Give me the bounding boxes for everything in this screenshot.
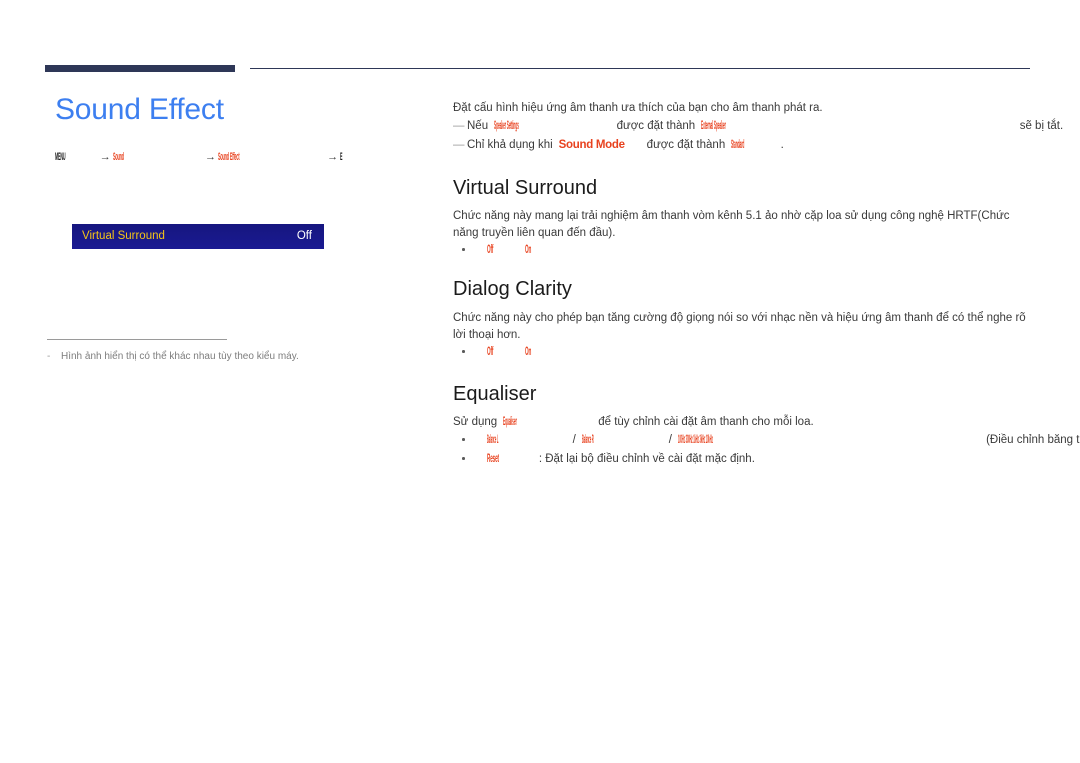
keyword-sound-mode: Sound Mode <box>558 139 625 151</box>
osd-menu-row[interactable]: Virtual Surround Off <box>72 224 324 249</box>
osd-item-label: Virtual Surround <box>82 230 165 242</box>
intro-paragraph: Đặt cấu hình hiệu ứng âm thanh ưa thích … <box>453 102 823 114</box>
list-item: Balance L / Balance R / 100Hz 300Hz 1kHz 3kH… <box>453 431 1080 450</box>
option-balance-l: Balance L <box>487 434 499 446</box>
option-frequency-bands: 100Hz 300Hz 1kHz 3kHz 10kHz <box>677 434 713 446</box>
section-options-equaliser: Balance L / Balance R / 100Hz 300Hz 1kHz 3kH… <box>453 431 1080 469</box>
option-on: On <box>524 244 531 256</box>
section-heading-equaliser: Equaliser <box>453 383 537 405</box>
note-1-prefix: Nếu <box>467 120 489 132</box>
section-heading-dialog-clarity: Dialog Clarity <box>453 278 572 300</box>
section-options-dialog-clarity: Off On <box>453 343 1033 362</box>
note-2-prefix: Chỉ khả dụng khi <box>467 139 553 151</box>
keyword-speaker-settings: Speaker Settings <box>494 120 519 132</box>
eq-bullet-1-text: (Điều chỉnh băng thông): Điều chỉnh mức … <box>986 434 1080 446</box>
list-item: Off On <box>453 241 1033 260</box>
eq-separator-1: / <box>572 434 576 446</box>
footnote-text: Hình ảnh hiển thị có thể khác nhau tùy t… <box>61 351 299 362</box>
footnote-divider <box>47 339 227 340</box>
keyword-equaliser: Equaliser <box>503 416 517 428</box>
section-body-dialog-clarity: Chức năng này cho phép bạn tăng cường độ… <box>453 312 1026 341</box>
option-reset: Reset <box>487 453 499 465</box>
note-dash-2: — <box>453 139 465 151</box>
breadcrumb-arrow-1: → <box>99 151 111 163</box>
breadcrumb-arrow-2: → <box>205 151 217 163</box>
footnote: - Hình ảnh hiển thị có thể khác nhau tùy … <box>47 350 427 364</box>
eq-bullet-2-text: : Đặt lại bộ điều chỉnh về cài đặt mặc đ… <box>538 453 755 465</box>
bullet-dot-icon <box>462 457 465 460</box>
equaliser-body-prefix: Sử dụng <box>453 416 498 428</box>
page-title: Sound Effect <box>55 93 224 126</box>
option-balance-r: Balance R <box>581 434 594 446</box>
osd-item-value[interactable]: Off <box>297 230 312 243</box>
list-item: Reset : Đặt lại bộ điều chỉnh về cài đặt … <box>453 450 1033 469</box>
note-2-middle: được đặt thành <box>646 139 726 151</box>
list-item: Off On <box>453 343 1033 362</box>
note-dash-1: — <box>453 120 465 132</box>
breadcrumb: MENU → Sound → Sound Effect → E <box>55 150 435 164</box>
section-heading-virtual-surround: Virtual Surround <box>453 177 598 199</box>
breadcrumb-arrow-3: → <box>327 151 339 163</box>
note-1-suffix: sẽ bị tắt. <box>1019 120 1064 132</box>
section-body-virtual-surround: Chức năng này mang lại trải nghiệm âm th… <box>453 210 1010 239</box>
bullet-dot-icon <box>462 350 465 353</box>
right-column: Đặt cấu hình hiệu ứng âm thanh ưa thích … <box>453 100 1063 155</box>
keyword-standard: Standard <box>731 139 745 151</box>
breadcrumb-sound-effect[interactable]: Sound Effect <box>218 150 240 164</box>
breadcrumb-enter-icon: E <box>340 151 343 163</box>
breadcrumb-menu[interactable]: MENU <box>55 150 66 164</box>
note-1-middle: được đặt thành <box>616 120 696 132</box>
note-2-suffix: . <box>780 139 784 151</box>
left-column: Sound Effect MENU → Sound → Sound Effect → E <box>45 92 435 164</box>
note-speaker-settings: — Nếu Speaker Settings được đặt thành Extern… <box>453 117 1063 136</box>
option-off: Off <box>487 346 494 358</box>
option-on: On <box>524 346 531 358</box>
breadcrumb-sound[interactable]: Sound <box>113 150 124 164</box>
header-rule-thin <box>250 68 1030 69</box>
eq-separator-2: / <box>668 434 672 446</box>
bullet-dot-icon <box>462 438 465 441</box>
note-sound-mode: — Chỉ khả dụng khi Sound Mode được đặt thàn… <box>453 136 1033 155</box>
equaliser-body-suffix: để tùy chỉnh cài đặt âm thanh cho mỗi lo… <box>598 416 814 428</box>
option-off: Off <box>487 244 494 256</box>
footnote-dash: - <box>47 351 51 362</box>
bullet-dot-icon <box>462 248 465 251</box>
header-rule-thick <box>45 65 235 72</box>
keyword-external-speaker: External Speaker <box>701 120 726 132</box>
section-options-virtual-surround: Off On <box>453 241 1033 260</box>
manual-page: Sound Effect MENU → Sound → Sound Effect → E V… <box>0 0 1080 763</box>
section-body-equaliser: Sử dụng Equaliser để tùy chỉnh cài đặt âm … <box>453 414 1033 431</box>
